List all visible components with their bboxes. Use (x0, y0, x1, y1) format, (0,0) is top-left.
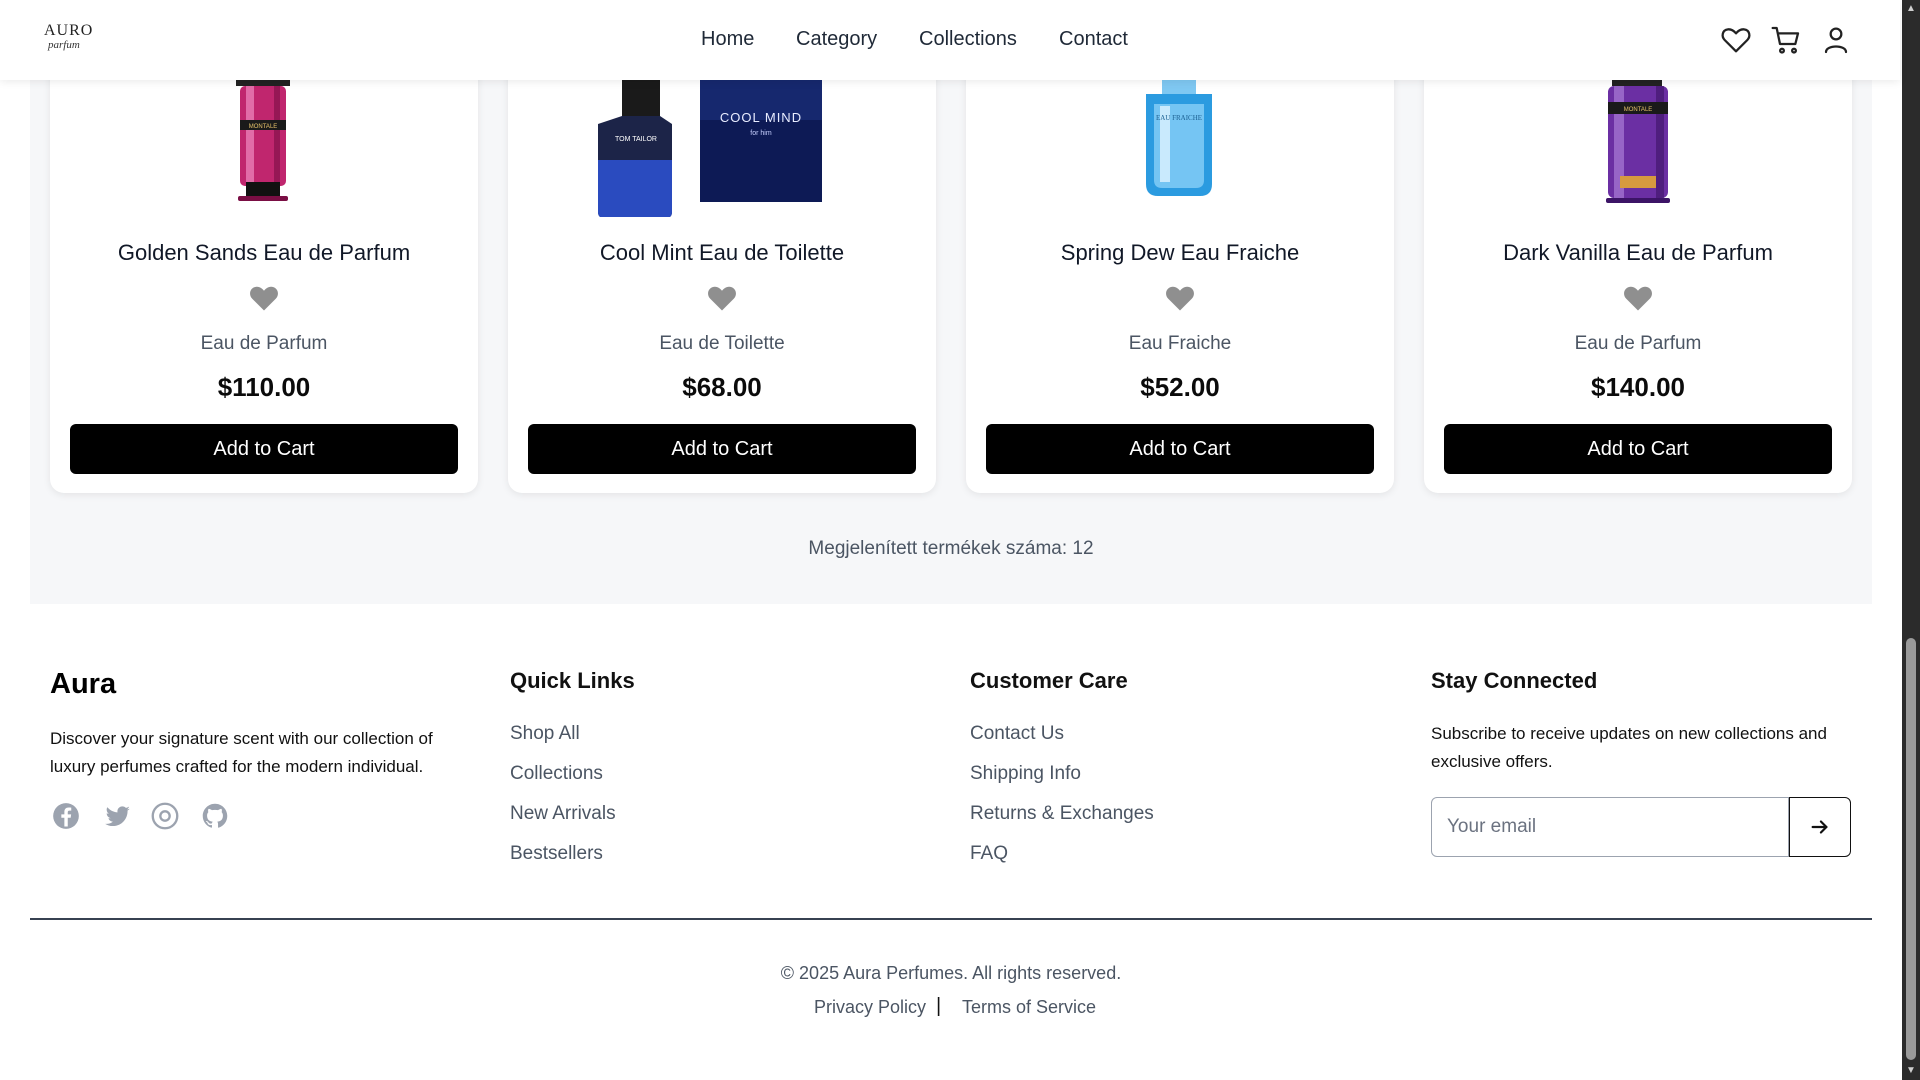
footer-brand: Aura (50, 668, 117, 700)
cart-icon[interactable] (1770, 24, 1802, 56)
contact-us-link[interactable]: Contact Us (970, 723, 1064, 745)
heart-icon[interactable] (249, 284, 279, 312)
arrow-right-icon (1811, 820, 1828, 834)
instagram-icon[interactable] (151, 802, 179, 830)
bottle-brand-text: TOM TAILOR (615, 136, 657, 143)
shop-all-link[interactable]: Shop All (510, 723, 580, 745)
nav-contact-link[interactable]: Contact (1059, 28, 1128, 51)
scrollbar-thumb[interactable] (1906, 638, 1916, 1060)
product-type: Eau Fraiche (1128, 333, 1232, 354)
page-scrollbar[interactable]: ▲ ▼ (1902, 0, 1920, 1080)
terms-of-service-link[interactable]: Terms of Service (962, 997, 1096, 1018)
add-to-cart-button[interactable]: Add to Cart (528, 424, 916, 474)
heart-icon[interactable] (1720, 24, 1752, 56)
footer-divider (30, 918, 1872, 920)
product-price: $52.00 (1140, 372, 1220, 402)
box-subtitle-text: for him (750, 130, 772, 137)
product-name[interactable]: Cool Mint Eau de Toilette (508, 240, 936, 266)
subscribe-button[interactable] (1789, 797, 1851, 857)
bottle-brand-text: MONTALE (249, 124, 278, 130)
email-input[interactable] (1431, 797, 1789, 857)
product-type: Eau de Parfum (200, 333, 328, 354)
bottle-brand-text: MONTALE (1624, 107, 1653, 113)
new-arrivals-link[interactable]: New Arrivals (510, 803, 616, 825)
twitter-icon[interactable] (104, 802, 132, 830)
product-type: Eau de Parfum (1574, 333, 1702, 354)
stay-connected-heading: Stay Connected (1431, 668, 1598, 693)
customer-care-heading: Customer Care (970, 668, 1128, 693)
facebook-icon[interactable] (52, 802, 80, 830)
heart-icon[interactable] (1623, 284, 1653, 312)
github-icon[interactable] (201, 802, 229, 830)
product-image[interactable]: MONTALE (1424, 80, 1852, 217)
copyright-text: © 2025 Aura Perfumes. All rights reserve… (780, 963, 1122, 983)
main-nav: Home Category Collections Contact (0, 0, 1900, 80)
bestsellers-link[interactable]: Bestsellers (510, 843, 603, 865)
product-image[interactable]: EAU FRAICHE (966, 80, 1394, 217)
footer-description: Discover your signature scent with our c… (50, 729, 433, 776)
add-to-cart-button[interactable]: Add to Cart (70, 424, 458, 474)
nav-category-link[interactable]: Category (796, 28, 877, 51)
returns-exchanges-link[interactable]: Returns & Exchanges (970, 803, 1154, 825)
add-to-cart-button[interactable]: Add to Cart (986, 424, 1374, 474)
scroll-down-arrow[interactable]: ▼ (1902, 1062, 1920, 1080)
add-to-cart-button[interactable]: Add to Cart (1444, 424, 1832, 474)
products-section: MONTALE Golden Sands Eau de Parfum Eau d… (30, 0, 1872, 604)
user-icon[interactable] (1820, 24, 1852, 56)
privacy-policy-link[interactable]: Privacy Policy (814, 997, 926, 1018)
box-title-text: COOL MIND (720, 110, 802, 125)
site-header: AURO parfum Home Category Collections Co… (0, 0, 1900, 80)
product-price: $68.00 (682, 372, 762, 402)
product-type: Eau de Toilette (659, 333, 785, 354)
product-count-text: Megjelenített termékek száma: 12 (808, 538, 1094, 559)
quick-links-heading: Quick Links (510, 668, 635, 693)
collections-link[interactable]: Collections (510, 763, 603, 785)
shipping-info-link[interactable]: Shipping Info (970, 763, 1081, 785)
scroll-up-arrow[interactable]: ▲ (1902, 0, 1920, 18)
product-name[interactable]: Spring Dew Eau Fraiche (966, 240, 1394, 266)
product-name[interactable]: Dark Vanilla Eau de Parfum (1424, 240, 1852, 266)
heart-icon[interactable] (707, 284, 737, 312)
nav-home-link[interactable]: Home (701, 28, 754, 51)
product-price: $140.00 (1591, 372, 1685, 402)
faq-link[interactable]: FAQ (970, 843, 1008, 865)
product-price: $110.00 (217, 372, 311, 402)
nav-collections-link[interactable]: Collections (919, 28, 1017, 51)
heart-icon[interactable] (1165, 284, 1195, 312)
legal-separator: | (936, 995, 942, 1017)
product-image[interactable]: COOL MIND for him TOM TAILOR (508, 80, 936, 217)
product-image[interactable]: MONTALE (50, 80, 478, 217)
bottle-brand-text: EAU FRAICHE (1156, 114, 1202, 122)
newsletter-text: Subscribe to receive updates on new coll… (1431, 724, 1827, 771)
product-name[interactable]: Golden Sands Eau de Parfum (50, 240, 478, 266)
